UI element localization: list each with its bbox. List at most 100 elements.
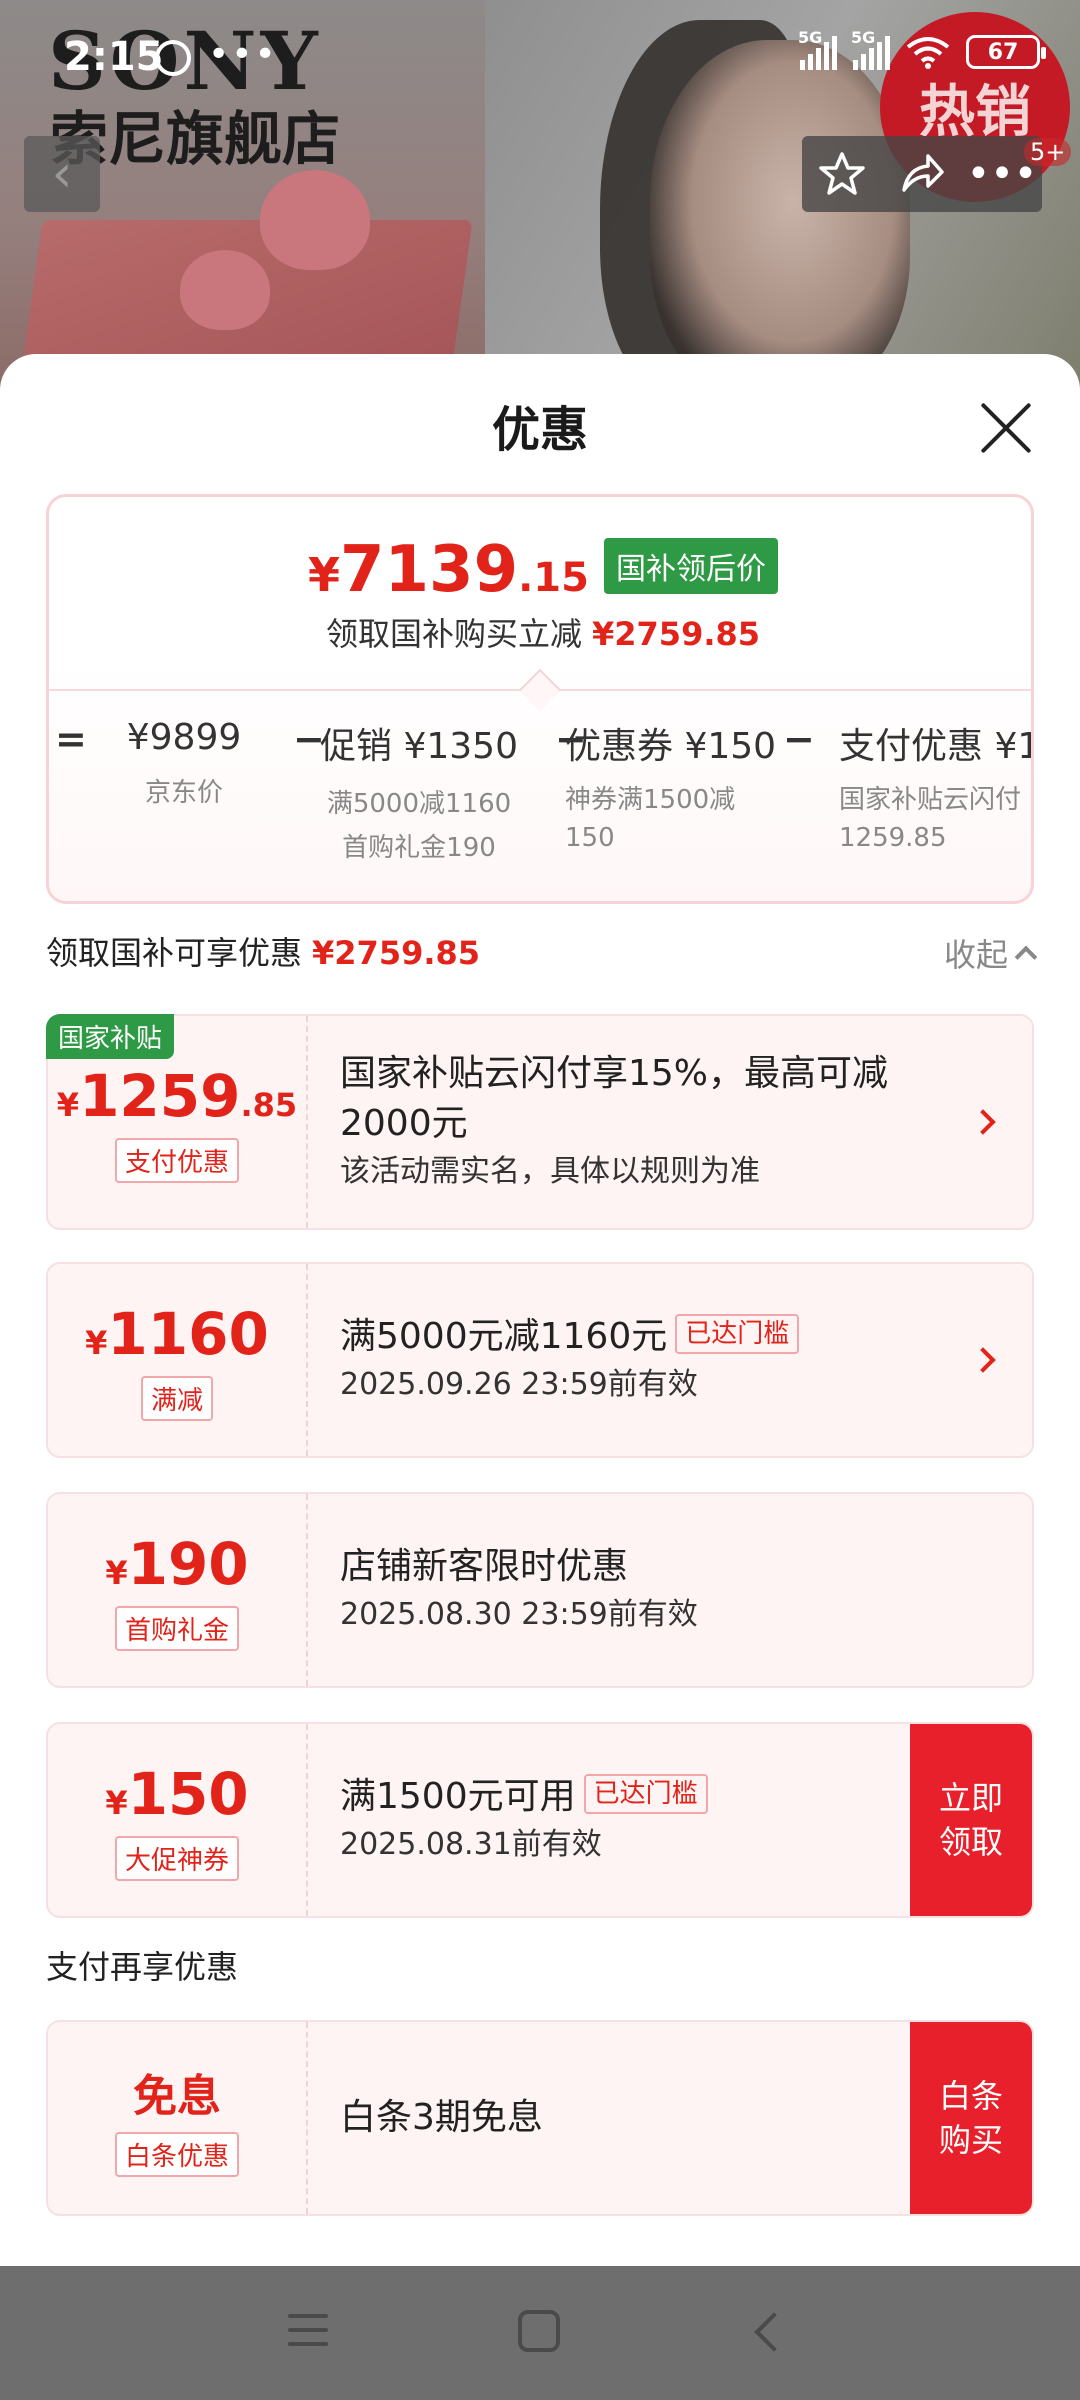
currency-symbol: ¥ xyxy=(105,1553,128,1592)
formula-item: ¥9899 京东价 xyxy=(109,717,259,816)
collapse-label: 收起 xyxy=(943,936,1008,974)
home-icon[interactable] xyxy=(518,2310,560,2352)
formula-main: 促销 ¥1350 xyxy=(320,726,518,767)
currency-symbol: ¥ xyxy=(105,1783,128,1822)
coupon-amount-area: ¥190 首购礼金 xyxy=(48,1494,306,1686)
formula-sub: 150 xyxy=(565,823,615,853)
top-action-bar: ••• xyxy=(802,136,1042,212)
threshold-badge: 已达门槛 xyxy=(675,1314,800,1354)
coupon-validity: 2025.09.26 23:59前有效 xyxy=(340,1367,698,1402)
battery-icon: 67 xyxy=(966,35,1046,69)
coupon-title: 满1500元可用 xyxy=(340,1776,576,1817)
collapse-button[interactable]: 收起 xyxy=(943,930,1038,976)
claim-button-label: 立即领取 xyxy=(938,1779,1003,1861)
dashed-divider xyxy=(306,1016,308,1228)
coupon-amount-area: ¥150 大促神券 xyxy=(48,1724,306,1916)
formula-sub: 神券满1500减 xyxy=(565,785,736,815)
coupon-card-new-customer[interactable]: ¥190 首购礼金 店铺新客限时优惠 2025.08.30 23:59前有效 xyxy=(46,1492,1034,1688)
sim2-label: 5G xyxy=(851,28,876,47)
formula-sub-group: 神券满1500减 150 xyxy=(565,781,776,857)
menu-icon[interactable] xyxy=(288,2314,328,2356)
currency-symbol: ¥ xyxy=(307,548,340,602)
coupon-card-baitiao: 免息 白条优惠 白条3期免息 白条购买 xyxy=(46,2020,1034,2216)
system-nav-bar xyxy=(0,2266,1080,2400)
threshold-badge: 已达门槛 xyxy=(583,1774,708,1814)
message-count-badge: 5+ xyxy=(1024,138,1072,166)
discount-sheet: 优惠 ¥7139.15 国补领后价 领取国补购买立减 ¥2759.85 = ¥98… xyxy=(0,354,1080,2266)
back-button[interactable]: ‹ xyxy=(24,136,100,212)
amount-integer: 1160 xyxy=(107,1299,269,1368)
formula-operator: − xyxy=(783,717,815,761)
coupon-card-full-reduction[interactable]: ¥1160 满减 满5000元减1160元 已达门槛 2025.09.26 23:… xyxy=(46,1262,1034,1458)
status-time: 2:15 xyxy=(64,34,164,80)
amount-decimal: .85 xyxy=(240,1085,298,1124)
chevron-right-icon xyxy=(970,1109,996,1135)
more-icon[interactable]: ••• xyxy=(967,144,1038,204)
section-amount: ¥2759.85 xyxy=(312,934,481,972)
sheet-title: 优惠 xyxy=(491,402,588,458)
coupon-title: 店铺新客限时优惠 xyxy=(340,1546,629,1587)
currency-symbol: ¥ xyxy=(85,1323,108,1362)
wifi-icon xyxy=(906,35,950,69)
buy-button-label: 白条购买 xyxy=(938,2077,1003,2159)
back-icon[interactable] xyxy=(754,2312,794,2352)
coupon-amount-area: ¥1160 满减 xyxy=(48,1264,306,1456)
coupon-details: 白条3期免息 xyxy=(340,2022,892,2214)
formula-operator: = xyxy=(55,717,87,761)
status-bar: 2:15 ••• 5G 5G 67 xyxy=(0,0,1080,110)
close-icon[interactable] xyxy=(978,400,1034,456)
claim-coupon-button[interactable]: 立即领取 xyxy=(910,1724,1032,1916)
section-header: 领取国补可享优惠 ¥2759.85 xyxy=(46,928,480,974)
coupon-details: 满5000元减1160元 已达门槛 2025.09.26 23:59前有效 xyxy=(340,1264,952,1456)
coupon-details: 国家补贴云闪付享15%，最高可减2000元 该活动需实名，具体以规则为准 xyxy=(340,1016,952,1228)
formula-item: 促销 ¥1350 满5000减1160 首购礼金190 xyxy=(299,717,539,871)
dashed-divider xyxy=(306,1264,308,1456)
formula-item: 优惠券 ¥150 神券满1500减 150 xyxy=(565,717,776,857)
coupon-amount-area: 免息 白条优惠 xyxy=(48,2022,306,2214)
pay-section-header: 支付再享优惠 xyxy=(46,1948,239,1986)
coupon-amount: ¥150 xyxy=(105,1760,248,1828)
coupon-subtitle: 该活动需实名，具体以规则为准 xyxy=(340,1154,760,1189)
baitiao-buy-button[interactable]: 白条购买 xyxy=(910,2022,1032,2214)
coupon-validity: 2025.08.31前有效 xyxy=(340,1827,602,1862)
coupon-title-row: 满5000元减1160元 已达门槛 xyxy=(340,1312,952,1362)
reduce-amount: ¥2759.85 xyxy=(592,615,761,653)
price-decimal: .15 xyxy=(518,555,589,601)
reduce-row: 领取国补购买立减 ¥2759.85 xyxy=(49,609,1031,655)
coupon-details: 满1500元可用 已达门槛 2025.08.31前有效 xyxy=(340,1724,892,1916)
gov-subsidy-badge: 国家补贴 xyxy=(46,1014,175,1059)
coupon-amount: ¥1160 xyxy=(85,1300,269,1368)
formula-main: 支付优惠 ¥12 xyxy=(839,726,1031,767)
signal-icon: 5G xyxy=(798,28,837,70)
share-icon[interactable] xyxy=(892,144,952,204)
chevron-right-icon xyxy=(970,1347,996,1373)
amount-integer: 150 xyxy=(127,1759,249,1828)
battery-level: 67 xyxy=(987,39,1019,65)
signal-icon: 5G xyxy=(851,28,890,70)
price-tag-badge: 国补领后价 xyxy=(604,538,779,594)
dashed-divider xyxy=(306,1494,308,1686)
formula-sub: 1259.85 xyxy=(839,823,947,853)
status-icons: 5G 5G 67 xyxy=(798,28,1046,70)
coupon-title: 国家补贴云闪付享15%，最高可减2000元 xyxy=(340,1053,889,1144)
coupon-card-gov-subsidy[interactable]: ¥1259.85 支付优惠 国家补贴云闪付享15%，最高可减2000元 该活动需… xyxy=(46,1014,1034,1230)
coupon-type-tag: 白条优惠 xyxy=(114,2131,239,2177)
coupon-main-text: 免息 xyxy=(133,2070,221,2122)
final-price-row: ¥7139.15 国补领后价 xyxy=(49,533,1031,607)
coupon-card-promo: ¥150 大促神券 满1500元可用 已达门槛 2025.08.31前有效 立即领… xyxy=(46,1722,1034,1918)
section-label: 领取国补可享优惠 xyxy=(46,934,303,972)
coupon-type-tag: 满减 xyxy=(140,1375,213,1421)
star-icon[interactable] xyxy=(812,144,872,204)
pointer-arrow xyxy=(518,668,562,712)
coupon-title: 白条3期免息 xyxy=(340,2097,543,2138)
chevron-up-icon xyxy=(1014,945,1038,969)
heart-graphic xyxy=(180,250,270,330)
formula-sub: 京东价 xyxy=(144,778,223,808)
formula-main: ¥9899 xyxy=(126,717,242,758)
currency-symbol: ¥ xyxy=(56,1085,80,1124)
coupon-type-tag: 大促神券 xyxy=(114,1835,239,1881)
formula-sub: 国家补贴云闪付 xyxy=(839,785,1022,815)
reduce-label: 领取国补购买立减 xyxy=(325,615,582,653)
coupon-title-row: 满1500元可用 已达门槛 xyxy=(340,1772,892,1822)
heart-graphic xyxy=(260,170,370,270)
